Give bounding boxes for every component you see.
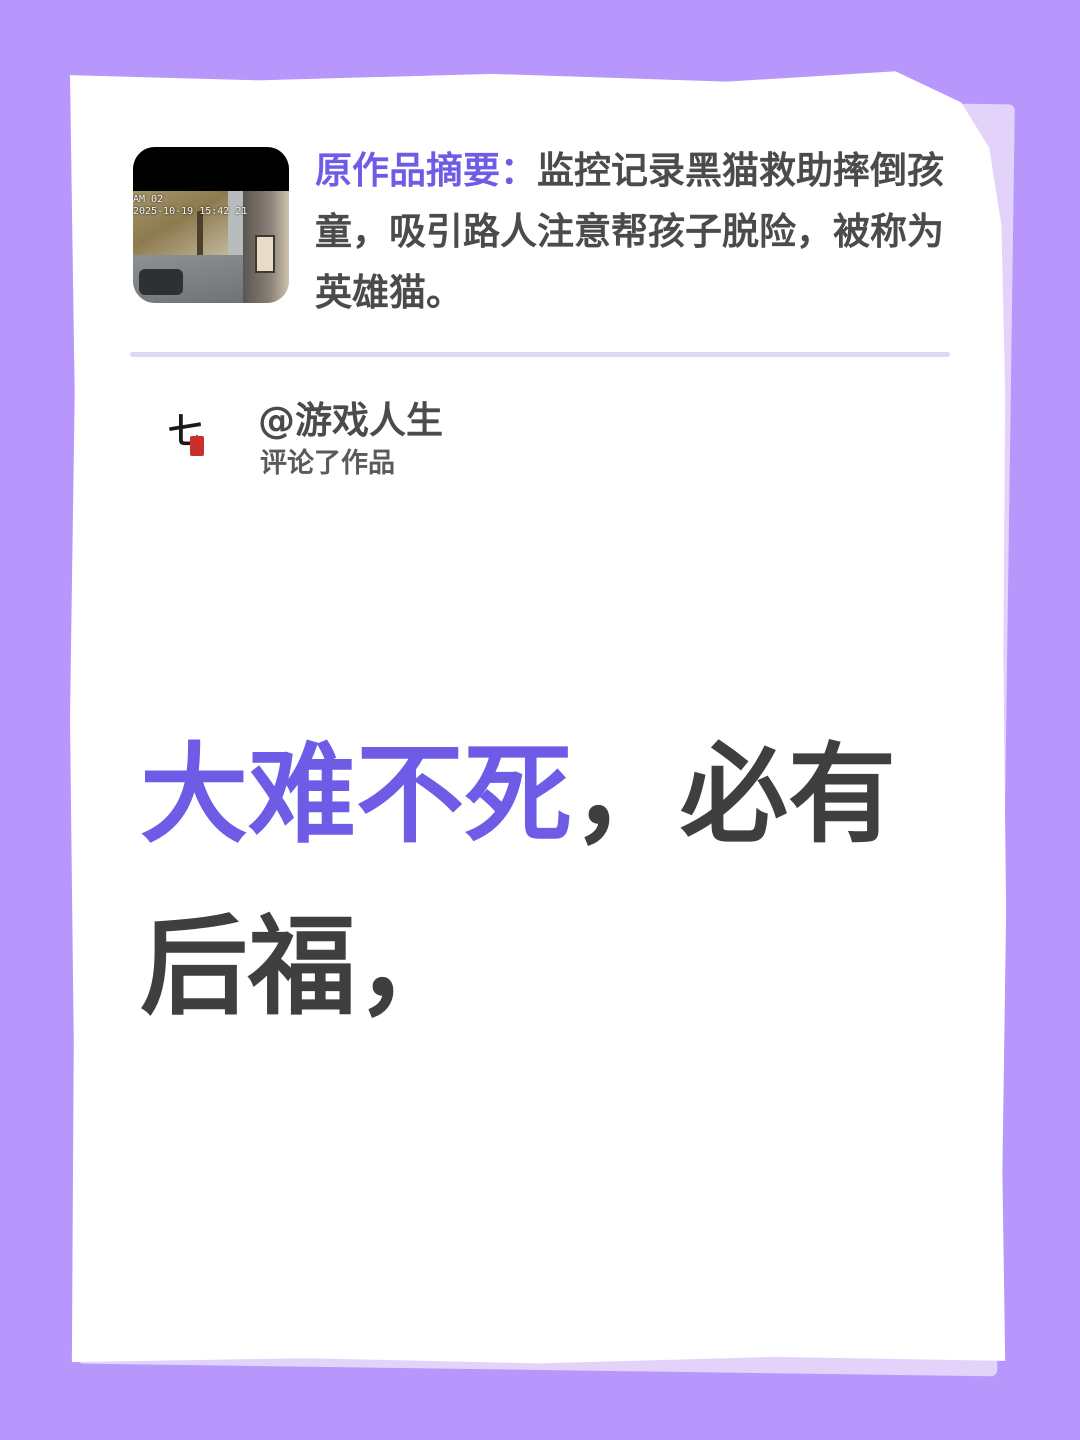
thumbnail-cam-overlay: AM 02 2025-10-19 15:42 21 [133, 194, 247, 218]
thumbnail-window [255, 235, 275, 273]
author-name[interactable]: @游戏人生 [258, 398, 443, 444]
divider [130, 352, 950, 357]
comment-text: 大难不死，必有后福， [140, 710, 960, 1054]
author-action: 评论了作品 [260, 448, 395, 479]
avatar[interactable]: 七 [162, 408, 210, 464]
original-work-thumbnail[interactable]: AM 02 2025-10-19 15:42 21 [133, 147, 289, 303]
comment-highlight: 大难不死 [140, 733, 573, 858]
thumbnail-letterbox [133, 147, 289, 191]
avatar-seal-icon [190, 436, 204, 456]
thumbnail-car [139, 269, 183, 295]
cam-overlay-line1: AM 02 [133, 194, 164, 205]
summary-label: 原作品摘要： [315, 149, 537, 192]
comment-card: AM 02 2025-10-19 15:42 21 原作品摘要：监控记录黑猫救助… [70, 71, 1007, 1364]
cam-overlay-line2: 2025-10-19 15:42 21 [133, 206, 248, 217]
original-work-summary: 原作品摘要：监控记录黑猫救助摔倒孩童，吸引路人注意帮孩子脱险，被称为英雄猫。 [315, 140, 955, 323]
